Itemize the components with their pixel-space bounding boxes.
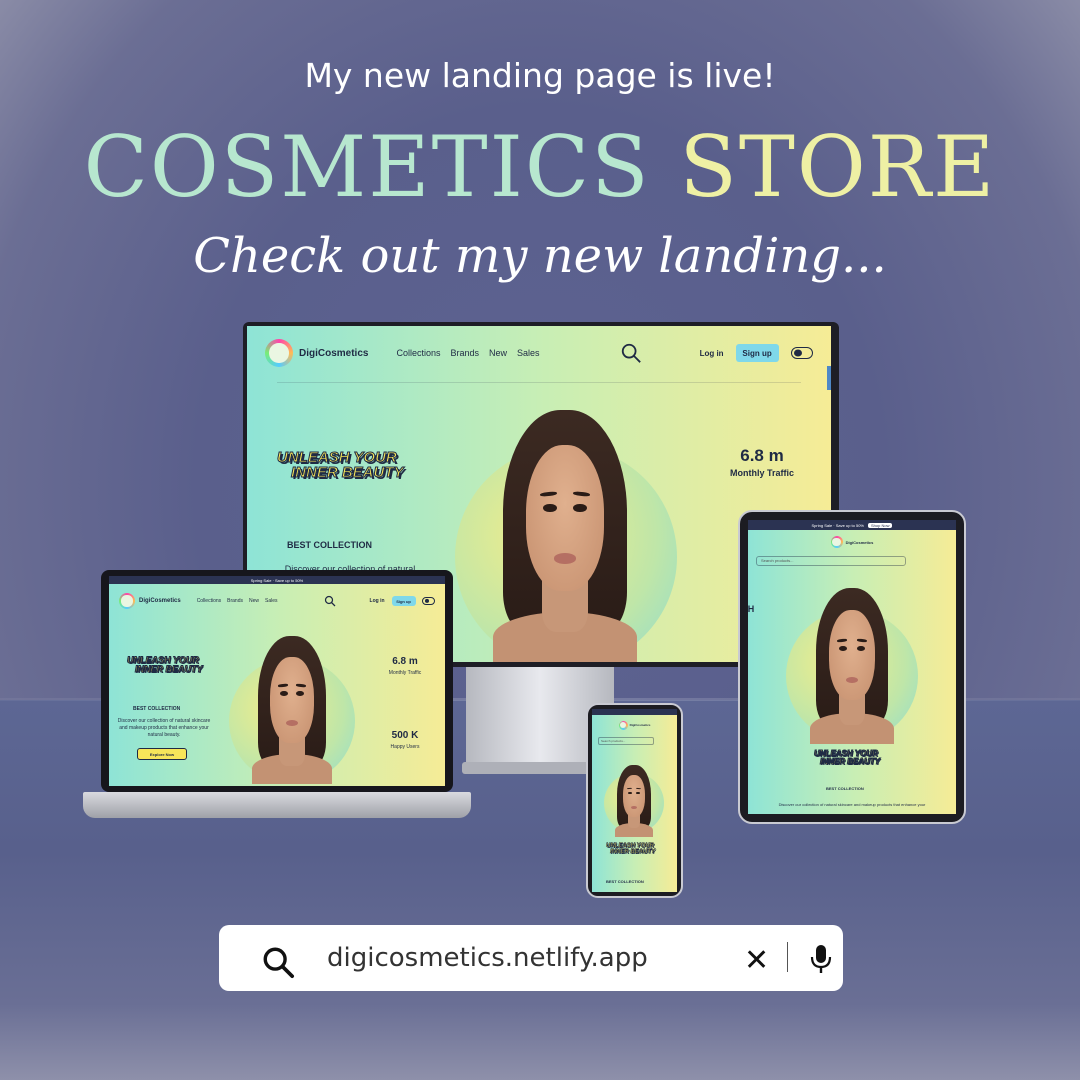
clear-icon[interactable]: ✕ (744, 943, 769, 978)
explore-label: Explore Now (149, 751, 175, 757)
search-divider (787, 942, 788, 972)
brand-name[interactable]: DigiCosmetics (299, 348, 368, 359)
phone-promo-bar (592, 709, 677, 715)
login-link[interactable]: Log in (700, 349, 724, 358)
best-collection-heading: BEST COLLECTION (606, 879, 644, 884)
stat-users-value: 500 K (391, 730, 419, 741)
best-collection-heading: BEST COLLECTION (133, 706, 181, 712)
brand-name[interactable]: DigiCosmetics (846, 540, 874, 545)
signup-button[interactable]: Sign up (735, 344, 779, 362)
search-input[interactable]: Search products... (598, 737, 654, 745)
nav-brands[interactable]: Brands (451, 348, 480, 358)
hero-line-2: INNER BEAUTY (135, 664, 204, 674)
laptop-description: Discover our collection of natural skinc… (117, 718, 211, 738)
nav-divider (277, 382, 801, 383)
theme-toggle[interactable] (790, 347, 813, 359)
hero-heading: UNLEASH YOUR INNER BEAUTY (127, 655, 204, 674)
microphone-icon[interactable] (809, 943, 833, 975)
hero-heading: UNLEASH YOUR INNER BEAUTY (277, 449, 405, 481)
signup-button[interactable]: Sign up (391, 596, 416, 606)
laptop-screen: Spring Sale · Save up to 50% DigiCosmeti… (109, 576, 445, 786)
shop-now-button[interactable]: Shop Now (868, 522, 893, 528)
search-icon[interactable] (324, 595, 336, 607)
best-collection-heading: BEST COLLECTION (287, 540, 372, 550)
laptop-base (83, 792, 471, 818)
nav-collections[interactable]: Collections (197, 598, 221, 604)
tablet-promo-bar: Spring Sale · Save up to 50% Shop Now (748, 520, 956, 530)
brand-logo-icon[interactable] (830, 536, 843, 548)
promo-text: Spring Sale · Save up to 50% (811, 522, 864, 528)
title-word-store: STORE (679, 118, 997, 216)
model-portrait-image (247, 636, 337, 784)
phone: DigiCosmetics Search products... UNLEASH… (586, 703, 683, 898)
hero-line-1: UNLEASH YOUR (277, 449, 398, 466)
url-text[interactable]: digicosmetics.netlify.app (327, 943, 648, 973)
search-icon[interactable] (620, 342, 642, 364)
nav-brands[interactable]: Brands (227, 598, 243, 604)
phone-screen: DigiCosmetics Search products... UNLEASH… (592, 709, 677, 892)
tablet-navbar: DigiCosmetics (748, 534, 956, 550)
laptop-promo-bar: Spring Sale · Save up to 50% (109, 576, 445, 584)
hero-heading: UNLEASH YOUR INNER BEAUTY (813, 749, 881, 766)
stat-traffic-value: 6.8 m (740, 446, 784, 465)
promo-text: Spring Sale · Save up to 50% (250, 577, 304, 583)
stat-traffic-value: 6.8 m (392, 656, 418, 667)
best-collection-heading: BEST COLLECTION (826, 786, 864, 791)
stat-traffic-label: Monthly Traffic (729, 468, 794, 478)
brand-name[interactable]: DigiCosmetics (139, 598, 181, 604)
theme-toggle[interactable] (421, 597, 435, 605)
tagline: Check out my new landing... (193, 228, 887, 284)
brand-logo-icon[interactable] (265, 339, 293, 367)
scrollbar[interactable] (827, 366, 831, 390)
model-portrait-image (804, 588, 900, 744)
hero-line-2: INNER BEAUTY (291, 464, 405, 481)
hero-line-2: INNER BEAUTY (819, 757, 881, 766)
nav-sales[interactable]: Sales (517, 348, 540, 358)
phone-navbar: DigiCosmetics (592, 719, 677, 731)
nav-new[interactable]: New (249, 598, 259, 604)
url-search-bar[interactable]: digicosmetics.netlify.app ✕ (219, 925, 843, 991)
model-portrait-image (612, 765, 656, 837)
hero-heading: UNLEASH YOUR INNER BEAUTY (606, 843, 656, 856)
laptop-navbar: DigiCosmetics Collections Brands New Sal… (109, 590, 445, 612)
nav-new[interactable]: New (489, 348, 507, 358)
stat-users-label: Happy Users (390, 744, 420, 750)
brand-title: COSMETICS STORE (0, 118, 1080, 216)
explore-now-button[interactable]: Explore Now (137, 748, 187, 760)
title-word-cosmetics: COSMETICS (83, 118, 651, 216)
search-icon[interactable] (261, 945, 295, 979)
nav-sales[interactable]: Sales (265, 598, 278, 604)
stat-traffic-label: Monthly Traffic (388, 670, 422, 676)
brand-logo-icon[interactable] (618, 720, 628, 730)
login-link[interactable]: Log in (370, 598, 385, 604)
laptop: Spring Sale · Save up to 50% DigiCosmeti… (101, 570, 453, 792)
hero-line-2: INNER BEAUTY (610, 849, 656, 856)
brand-logo-icon[interactable] (119, 593, 135, 609)
desktop-navbar: DigiCosmetics Collections Brands New Sal… (247, 338, 831, 368)
tablet-screen: Spring Sale · Save up to 50% Shop Now Di… (748, 520, 956, 814)
tablet-partial-heading: H (748, 604, 755, 614)
headline: My new landing page is live! (304, 56, 776, 95)
tablet-description: Discover our collection of natural skinc… (778, 802, 926, 807)
nav-collections[interactable]: Collections (396, 348, 440, 358)
model-portrait-image (483, 410, 647, 662)
tablet: Spring Sale · Save up to 50% Shop Now Di… (738, 510, 966, 824)
search-input[interactable]: Search products... (756, 556, 906, 566)
brand-name[interactable]: DigiCosmetics (630, 723, 651, 727)
